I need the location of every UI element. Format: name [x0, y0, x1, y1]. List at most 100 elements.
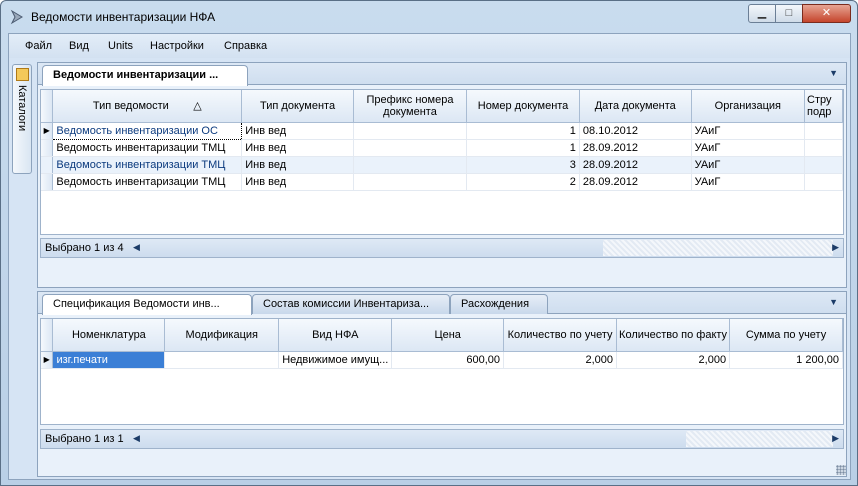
resize-grip-icon[interactable] [836, 465, 846, 475]
modification-cell[interactable] [164, 351, 280, 369]
menu-help[interactable]: Справка [224, 40, 267, 52]
doc-type-cell[interactable]: Инв вед [241, 139, 354, 157]
menu-bar: Файл Вид Units Настройки Справка [9, 34, 850, 58]
department-cell[interactable] [804, 122, 843, 140]
specification-grid: Номенклатура Модификация Вид НФА Цена Ко… [40, 318, 844, 425]
tab-discrepancies[interactable]: Расхождения [450, 294, 548, 314]
column-header[interactable]: Дата документа [579, 90, 692, 123]
row-pointer-icon: ▶ [41, 122, 54, 140]
doc-date-cell[interactable]: 28.09.2012 [579, 139, 692, 157]
column-header[interactable]: Вид НФА [278, 319, 393, 352]
row-selector[interactable] [41, 156, 54, 174]
price-cell[interactable]: 600,00 [391, 351, 505, 369]
department-cell[interactable] [804, 173, 843, 191]
doc-number-cell[interactable]: 2 [466, 173, 580, 191]
qty-accounting-cell[interactable]: 2,000 [503, 351, 618, 369]
nfa-type-cell[interactable]: Недвижимое имущ... [278, 351, 393, 369]
table-row[interactable]: ▶ Ведомость инвентаризации ОС Инв вед 1 … [41, 121, 843, 140]
statements-header-row: Тип ведомости △ Тип документа Префикс но… [41, 90, 843, 123]
close-button[interactable]: ✕ [802, 4, 851, 23]
doc-date-cell[interactable]: 28.09.2012 [579, 156, 692, 174]
sort-ascending-icon: △ [193, 99, 202, 112]
doc-type-cell[interactable]: Инв вед [241, 122, 354, 140]
scroll-left-icon[interactable]: ◀ [133, 433, 140, 444]
organization-cell[interactable]: УАиГ [691, 173, 806, 191]
horizontal-scrollbar[interactable] [686, 431, 833, 447]
minimize-button[interactable]: ▁ [748, 4, 776, 23]
tabs-dropdown-icon[interactable]: ▼ [829, 68, 838, 78]
column-header[interactable]: Сумма по учету [729, 319, 843, 352]
app-logo-icon [10, 9, 23, 25]
doc-date-cell[interactable]: 28.09.2012 [579, 173, 692, 191]
tabs-dropdown-icon[interactable]: ▼ [829, 297, 838, 307]
column-header[interactable]: Модификация [164, 319, 280, 352]
catalogs-label: Каталоги [16, 85, 28, 132]
doc-number-cell[interactable]: 3 [466, 156, 580, 174]
column-header[interactable]: Тип документа [241, 90, 354, 123]
scroll-right-icon[interactable]: ▶ [832, 242, 839, 253]
doc-number-cell[interactable]: 1 [466, 122, 580, 140]
tab-commission[interactable]: Состав комиссии Инвентариза... [252, 294, 450, 314]
department-cell[interactable] [804, 139, 843, 157]
table-row[interactable]: ▶ изг.печати Недвижимое имущ... 600,00 2… [41, 351, 843, 369]
statements-footer: Выбрано 1 из 4 ◀ ▶ [40, 238, 844, 258]
doc-prefix-cell[interactable] [353, 173, 468, 191]
doc-prefix-cell[interactable] [353, 156, 468, 174]
statement-type-cell[interactable]: Ведомость инвентаризации ТМЦ [52, 139, 243, 157]
selection-count: Выбрано 1 из 4 [45, 242, 124, 254]
column-header[interactable]: Количество по учету [503, 319, 618, 352]
scroll-left-icon[interactable]: ◀ [133, 242, 140, 253]
sum-accounting-cell[interactable]: 1 200,00 [729, 351, 843, 369]
column-header[interactable]: Номер документа [466, 90, 580, 123]
title-bar[interactable]: Ведомости инвентаризации НФА ▁ □ ✕ [1, 1, 857, 33]
catalog-icon [16, 68, 29, 81]
statement-type-cell[interactable]: Ведомость инвентаризации ОС [52, 121, 243, 140]
selection-count: Выбрано 1 из 1 [45, 433, 124, 445]
tab-inventory-statements[interactable]: Ведомости инвентаризации ... [42, 65, 248, 86]
menu-settings[interactable]: Настройки [150, 40, 204, 52]
doc-number-cell[interactable]: 1 [466, 139, 580, 157]
column-header[interactable]: Количество по факту [616, 319, 731, 352]
details-tabstrip: Спецификация Ведомости инв... Состав ком… [38, 292, 846, 315]
column-header[interactable]: Тип ведомости △ [52, 90, 243, 123]
statement-type-cell[interactable]: Ведомость инвентаризации ТМЦ [52, 173, 243, 191]
tab-specification[interactable]: Спецификация Ведомости инв... [42, 294, 252, 315]
menu-file[interactable]: Файл [25, 40, 52, 52]
menu-units[interactable]: Units [108, 40, 133, 52]
app-window: Ведомости инвентаризации НФА ▁ □ ✕ Файл … [0, 0, 858, 486]
organization-cell[interactable]: УАиГ [691, 122, 806, 140]
doc-prefix-cell[interactable] [353, 139, 468, 157]
column-header[interactable]: Префикс номера документа [353, 90, 468, 123]
qty-actual-cell[interactable]: 2,000 [616, 351, 731, 369]
header-corner [41, 319, 54, 352]
catalogs-side-tab[interactable]: Каталоги [12, 64, 32, 174]
window-title: Ведомости инвентаризации НФА [31, 10, 216, 24]
doc-type-cell[interactable]: Инв вед [241, 173, 354, 191]
table-row[interactable]: Ведомость инвентаризации ТМЦ Инв вед 1 2… [41, 139, 843, 157]
menu-view[interactable]: Вид [69, 40, 89, 52]
maximize-button[interactable]: □ [775, 4, 803, 23]
details-panel: Спецификация Ведомости инв... Состав ком… [37, 291, 847, 477]
organization-cell[interactable]: УАиГ [691, 156, 806, 174]
horizontal-scrollbar[interactable] [603, 240, 833, 256]
column-header[interactable]: Номенклатура [52, 319, 166, 352]
column-header[interactable]: Стру подр [804, 90, 843, 123]
column-header[interactable]: Цена [391, 319, 505, 352]
scroll-right-icon[interactable]: ▶ [832, 433, 839, 444]
doc-type-cell[interactable]: Инв вед [241, 156, 354, 174]
table-row[interactable]: Ведомость инвентаризации ТМЦ Инв вед 3 2… [41, 156, 843, 174]
specification-footer: Выбрано 1 из 1 ◀ ▶ [40, 429, 844, 449]
row-selector[interactable] [41, 139, 54, 157]
statements-table: Тип ведомости △ Тип документа Префикс но… [41, 90, 843, 191]
nomenclature-cell[interactable]: изг.печати [52, 351, 166, 369]
column-header[interactable]: Организация [691, 90, 806, 123]
statements-tabstrip: Ведомости инвентаризации ... ▼ [38, 63, 846, 86]
doc-date-cell[interactable]: 08.10.2012 [579, 122, 692, 140]
statements-grid: Тип ведомости △ Тип документа Префикс но… [40, 89, 844, 235]
statement-type-cell[interactable]: Ведомость инвентаризации ТМЦ [52, 156, 243, 174]
organization-cell[interactable]: УАиГ [691, 139, 806, 157]
table-row[interactable]: Ведомость инвентаризации ТМЦ Инв вед 2 2… [41, 173, 843, 191]
department-cell[interactable] [804, 156, 843, 174]
row-selector[interactable] [41, 173, 54, 191]
doc-prefix-cell[interactable] [353, 122, 468, 140]
